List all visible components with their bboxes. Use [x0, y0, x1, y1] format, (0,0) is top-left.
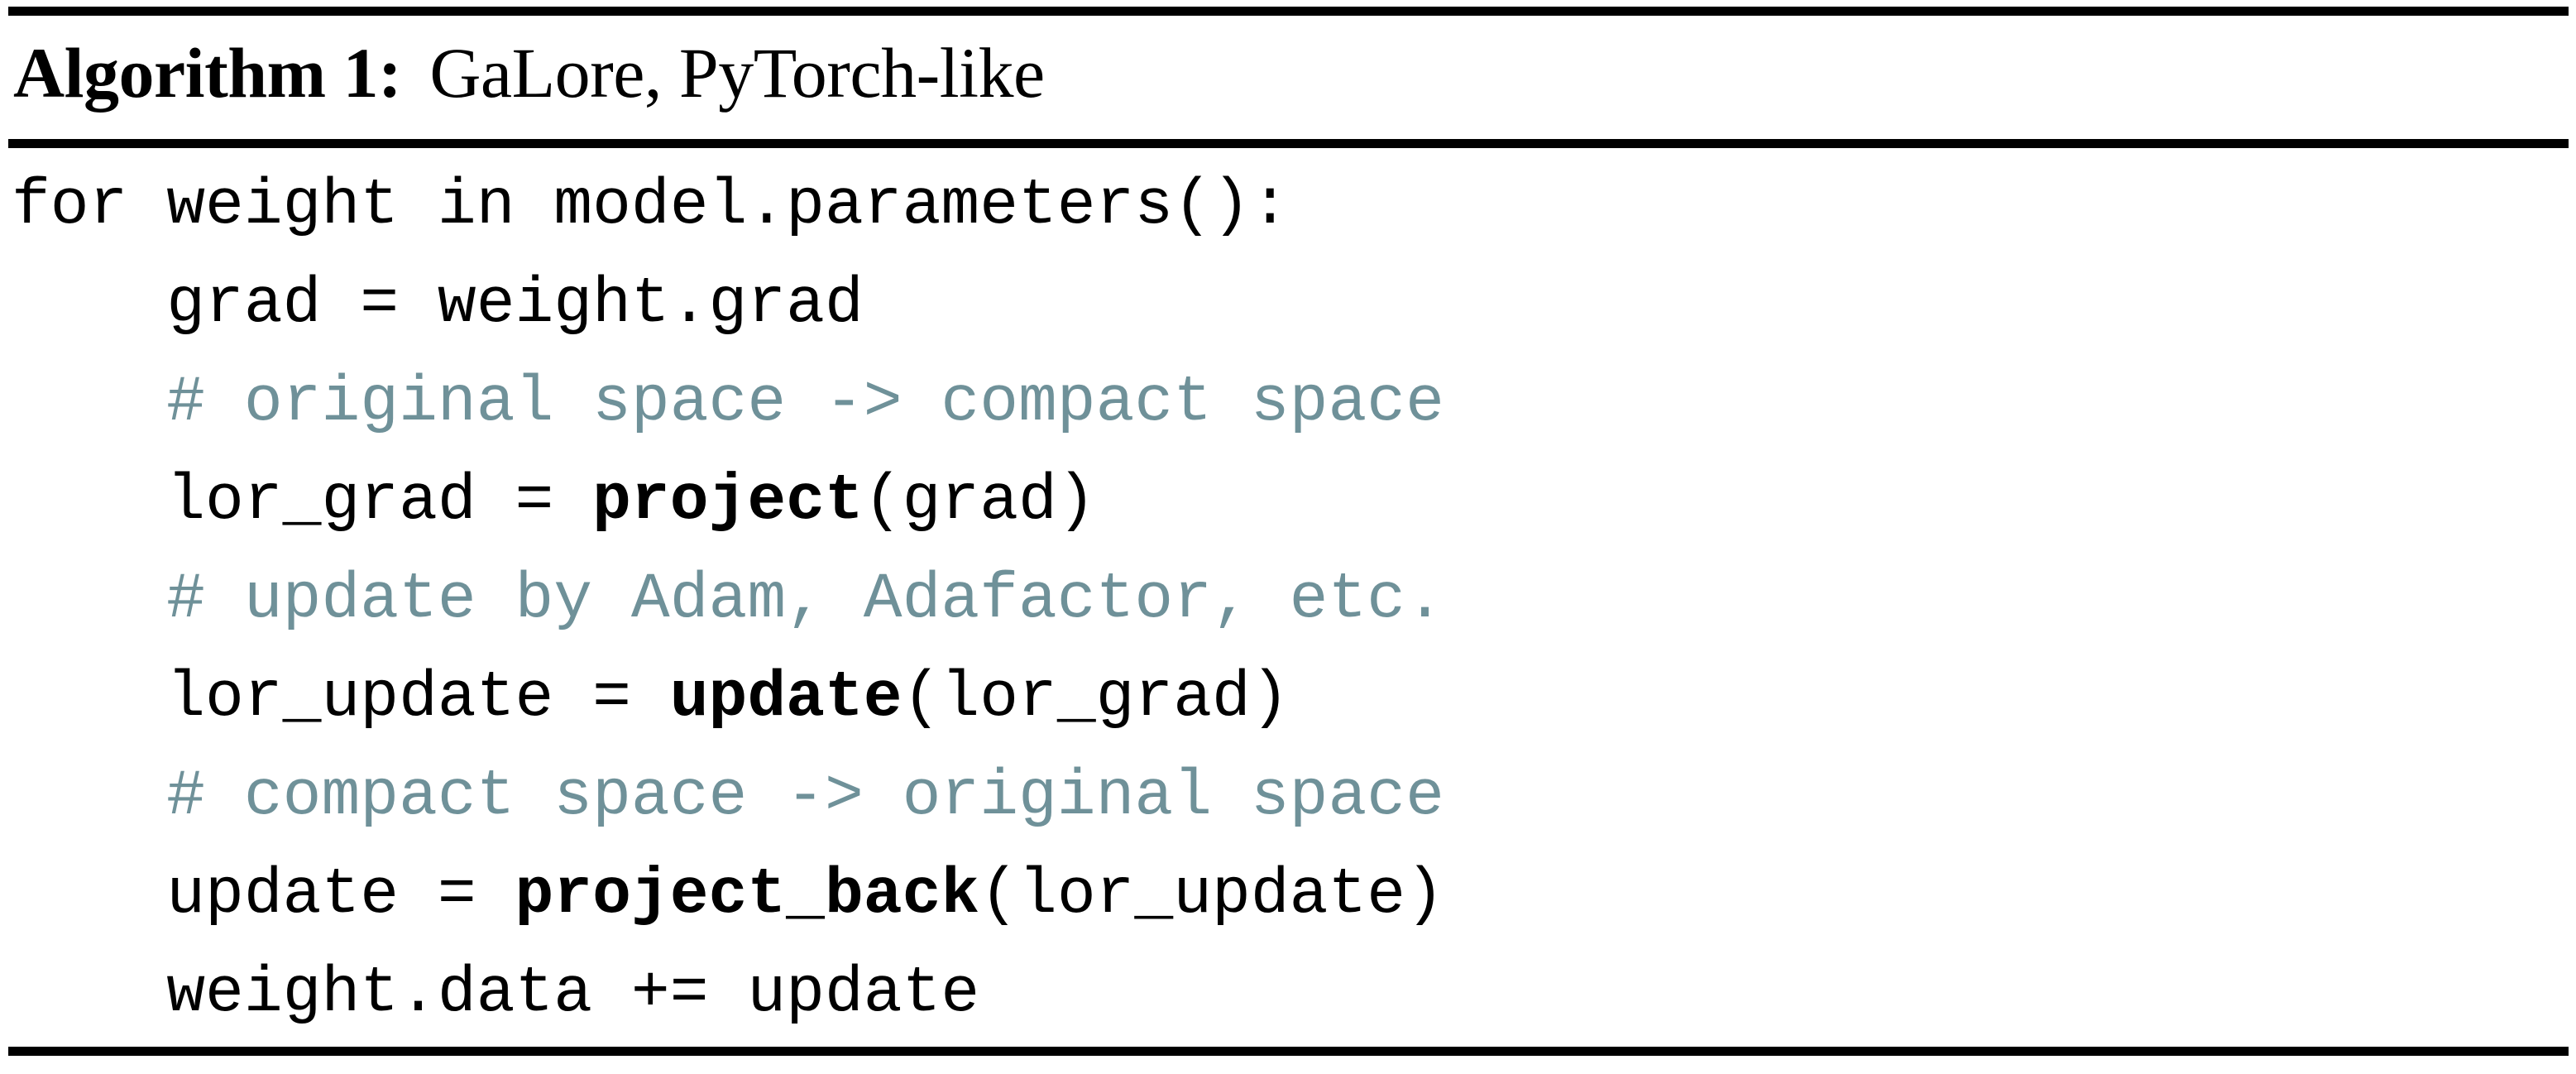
code-text: grad = weight.grad [12, 268, 864, 341]
algorithm-code-block: for weight in model.parameters(): grad =… [12, 157, 2568, 1043]
code-text: (grad) [863, 465, 1096, 538]
code-text: (lor_update) [979, 859, 1444, 932]
algorithm-caption-title: GaLore, PyTorch-like [429, 33, 1045, 113]
algorithm-caption-label: Algorithm 1: [13, 33, 402, 113]
code-function-name: project [592, 465, 864, 538]
code-line: for weight in model.parameters(): [12, 157, 2568, 256]
code-line: lor_grad = project(grad) [12, 453, 2568, 551]
code-comment: # compact space -> original space [12, 760, 1444, 833]
code-text: update = [12, 859, 515, 932]
code-line: weight.data += update [12, 945, 2568, 1043]
code-line: # update by Adam, Adafactor, etc. [12, 551, 2568, 650]
algorithm-rule-bottom [8, 1047, 2569, 1056]
code-text: lor_update = [12, 662, 670, 735]
code-line: # original space -> compact space [12, 354, 2568, 453]
code-text: lor_grad = [12, 465, 593, 538]
algorithm-box: Algorithm 1: GaLore, PyTorch-like for wei… [0, 0, 2576, 1074]
code-line: lor_update = update(lor_grad) [12, 650, 2568, 748]
code-comment: # original space -> compact space [12, 367, 1444, 439]
algorithm-rule-middle [8, 139, 2569, 148]
code-line: # compact space -> original space [12, 748, 2568, 846]
code-text: (lor_grad) [902, 662, 1290, 735]
code-text: weight.data += update [12, 957, 980, 1030]
code-line: grad = weight.grad [12, 256, 2568, 354]
code-text: for weight in model.parameters(): [12, 170, 1290, 242]
algorithm-caption: Algorithm 1: GaLore, PyTorch-like [13, 31, 1045, 114]
code-function-name: update [669, 662, 903, 735]
code-line: update = project_back(lor_update) [12, 846, 2568, 945]
algorithm-rule-top [8, 7, 2569, 16]
code-comment: # update by Adam, Adafactor, etc. [12, 563, 1444, 636]
code-function-name: project_back [515, 859, 980, 932]
